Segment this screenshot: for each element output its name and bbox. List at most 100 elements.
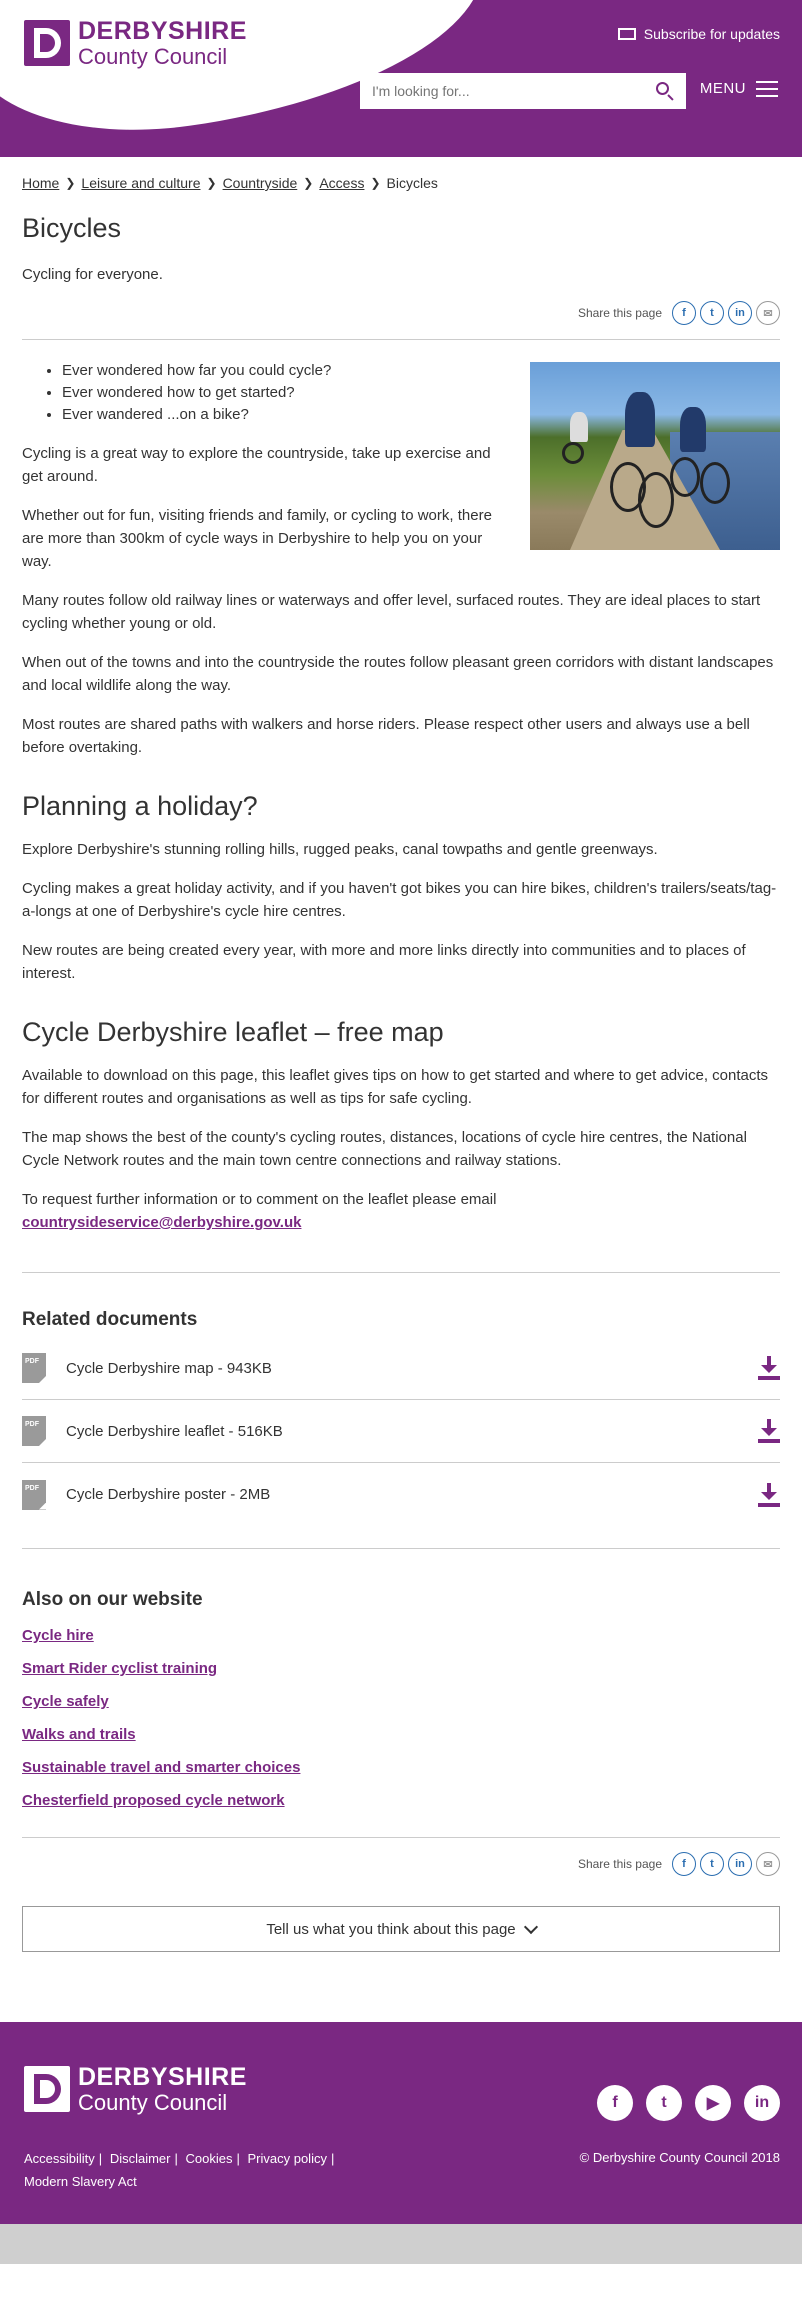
page-title: Bicycles [22, 213, 122, 243]
envelope-icon [617, 28, 636, 40]
intro-paragraph: Cycling is a great way to explore the co… [22, 445, 491, 485]
also-on-website: Also on our website Cycle hire Smart Rid… [22, 1589, 780, 1809]
link-cycle-safely[interactable]: Cycle safely [22, 1693, 780, 1710]
footer-links: Accessibility | Disclaimer | Cookies | Priv… [24, 2151, 335, 2189]
menu-label: MENU [699, 80, 746, 97]
related-heading: Related documents [22, 1309, 198, 1330]
footer-link-modern-slavery[interactable]: Modern Slavery Act [24, 2174, 137, 2189]
body-paragraph: Many routes follow old railway lines or … [22, 592, 761, 632]
breadcrumb-access[interactable]: Access [319, 175, 364, 191]
share-label: Share this page [577, 1857, 662, 1871]
share-bar: Share this page f t in ✉ [22, 301, 780, 340]
divider [22, 1272, 780, 1273]
holiday-paragraph: Explore Derbyshire's stunning rolling hi… [22, 841, 658, 858]
holiday-paragraph: Cycling makes a great holiday activity, … [22, 880, 777, 920]
intro-bullets: Ever wondered how far you could cycle? E… [62, 360, 508, 426]
menu-button[interactable]: MENU [700, 80, 778, 97]
footer-logo[interactable]: DERBYSHIRE County Council [22, 2064, 247, 2114]
document-title: Cycle Derbyshire map - 943KB [66, 1359, 272, 1377]
twitter-icon[interactable]: t [700, 1852, 724, 1876]
twitter-icon[interactable]: t [646, 2085, 682, 2121]
brand-line2: County Council [78, 43, 228, 69]
search-input[interactable] [372, 83, 656, 99]
document-title: Cycle Derbyshire poster - 2MB [66, 1486, 271, 1503]
document-row[interactable]: PDF Cycle Derbyshire leaflet - 516KB [22, 1400, 780, 1463]
page-bottom-band [0, 2224, 802, 2264]
link-walks-trails[interactable]: Walks and trails [22, 1726, 780, 1743]
brand-line2: County Council [78, 2089, 228, 2115]
holiday-paragraph: New routes are being created every year,… [22, 942, 746, 982]
intro-section: Ever wondered how far you could cycle? E… [22, 362, 780, 573]
link-cycle-hire[interactable]: Cycle hire [22, 1627, 780, 1644]
document-title: Cycle Derbyshire leaflet - 516KB [66, 1422, 283, 1440]
pdf-icon: PDF [22, 1479, 46, 1510]
chevron-right-icon: ❯ [303, 176, 314, 190]
footer-link-disclaimer[interactable]: Disclaimer [110, 2151, 171, 2166]
linkedin-icon[interactable]: in [728, 301, 752, 325]
contact-email-link[interactable]: countrysideservice@derbyshire.gov.uk [22, 1214, 301, 1231]
twitter-icon[interactable]: t [700, 301, 724, 325]
footer-link-cookies[interactable]: Cookies [186, 2151, 233, 2166]
search-box [360, 73, 686, 109]
link-smart-rider[interactable]: Smart Rider cyclist training [22, 1660, 780, 1677]
body-paragraph: Most routes are shared paths with walker… [22, 716, 750, 756]
breadcrumb: Home ❯ Leisure and culture ❯ Countryside… [22, 175, 780, 191]
feedback-button[interactable]: Tell us what you think about this page [22, 1906, 780, 1952]
search-icon[interactable] [656, 82, 674, 101]
site-header: DERBYSHIRE County Council Subscribe for … [0, 0, 802, 157]
site-footer: DERBYSHIRE County Council f t ▶ in Acces… [0, 2022, 802, 2224]
subscribe-link[interactable]: Subscribe for updates [617, 26, 780, 42]
council-logo[interactable]: DERBYSHIRE County Council [22, 18, 247, 68]
pdf-icon: PDF [22, 1353, 46, 1383]
pdf-icon: PDF [22, 1416, 46, 1446]
facebook-icon[interactable]: f [597, 2085, 633, 2121]
intro-paragraph: Whether out for fun, visiting friends an… [22, 507, 492, 570]
download-icon[interactable] [758, 1482, 780, 1507]
body-paragraph: When out of the towns and into the count… [22, 654, 774, 694]
cyclists-photo [530, 362, 780, 550]
related-documents: Related documents PDF Cycle Derbyshire m… [22, 1309, 780, 1526]
social-links: f t ▶ in [597, 2085, 780, 2121]
divider [22, 1548, 780, 1549]
footer-link-privacy[interactable]: Privacy policy [247, 2151, 326, 2166]
holiday-heading: Planning a holiday? [22, 791, 258, 821]
download-icon[interactable] [758, 1419, 780, 1443]
feedback-label: Tell us what you think about this page [266, 1920, 516, 1938]
breadcrumb-countryside[interactable]: Countryside [223, 175, 298, 191]
link-chesterfield-network[interactable]: Chesterfield proposed cycle network [22, 1792, 780, 1809]
contact-text: To request further information or to com… [22, 1191, 497, 1208]
leaflet-contact: To request further information or to com… [22, 1188, 780, 1234]
share-bar-bottom: Share this page f t in ✉ [22, 1837, 780, 1876]
list-item: Ever wondered how to get started? [62, 382, 508, 404]
footer-link-accessibility[interactable]: Accessibility [24, 2151, 95, 2166]
email-icon[interactable]: ✉ [756, 301, 780, 325]
page-lead: Cycling for everyone. [22, 266, 163, 283]
linkedin-icon[interactable]: in [728, 1852, 752, 1876]
youtube-icon[interactable]: ▶ [695, 2085, 731, 2121]
document-row[interactable]: PDF Cycle Derbyshire poster - 2MB [22, 1463, 780, 1526]
facebook-icon[interactable]: f [672, 1852, 696, 1876]
email-icon[interactable]: ✉ [756, 1852, 780, 1876]
leaflet-heading: Cycle Derbyshire leaflet – free map [22, 1017, 444, 1047]
also-heading: Also on our website [22, 1589, 203, 1610]
facebook-icon[interactable]: f [672, 301, 696, 325]
download-icon[interactable] [758, 1356, 780, 1380]
brand-line1: DERBYSHIRE [78, 2062, 247, 2091]
derbyshire-d-logo-icon [24, 2066, 70, 2112]
list-item: Ever wandered ...on a bike? [62, 404, 508, 426]
link-sustainable-travel[interactable]: Sustainable travel and smarter choices [22, 1759, 780, 1776]
chevron-down-icon [523, 1919, 538, 1934]
list-item: Ever wondered how far you could cycle? [62, 360, 508, 382]
leaflet-paragraph: The map shows the best of the county's c… [22, 1129, 747, 1169]
brand-line1: DERBYSHIRE [78, 16, 247, 45]
breadcrumb-leisure[interactable]: Leisure and culture [81, 175, 200, 191]
leaflet-paragraph: Available to download on this page, this… [22, 1067, 769, 1107]
chevron-right-icon: ❯ [206, 176, 217, 190]
chevron-right-icon: ❯ [370, 176, 381, 190]
document-row[interactable]: PDF Cycle Derbyshire map - 943KB [22, 1337, 780, 1400]
subscribe-label: Subscribe for updates [643, 26, 780, 42]
breadcrumb-home[interactable]: Home [22, 175, 59, 191]
share-label: Share this page [577, 306, 662, 320]
hamburger-icon [756, 80, 778, 97]
linkedin-icon[interactable]: in [744, 2085, 780, 2121]
